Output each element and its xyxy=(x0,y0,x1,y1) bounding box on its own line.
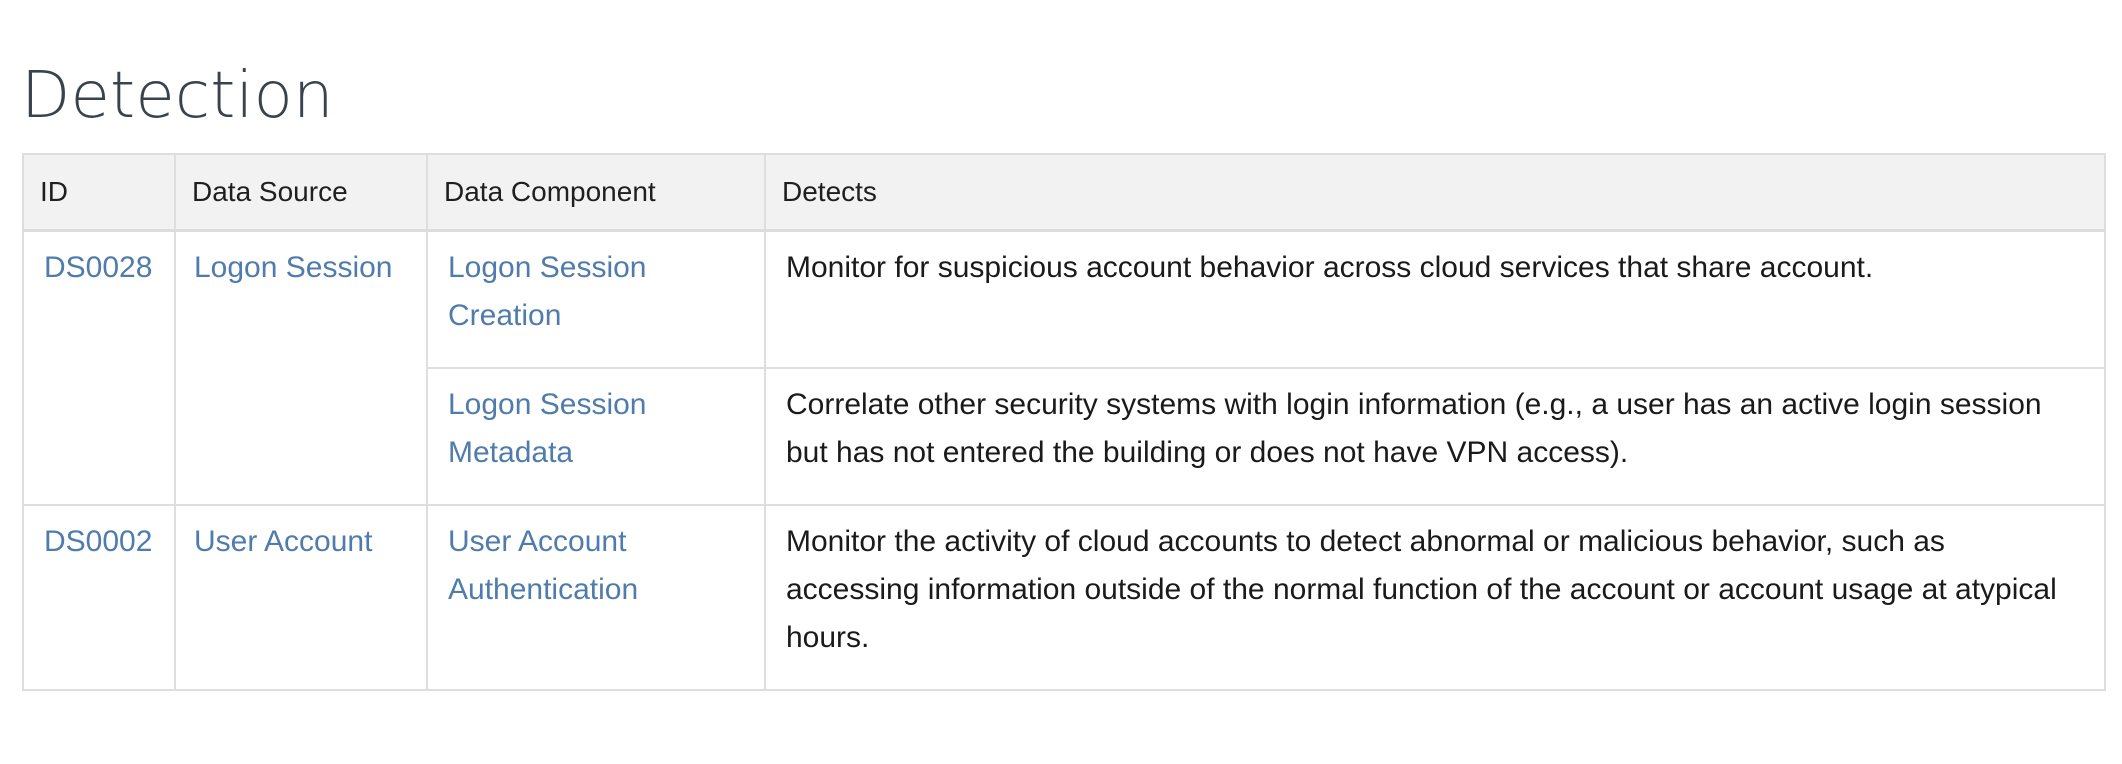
detects-cell: Correlate other security systems with lo… xyxy=(764,366,2106,506)
data-component-link[interactable]: Logon Session Metadata xyxy=(448,388,647,469)
header-id: ID xyxy=(22,153,176,232)
data-component-cell: Logon Session Creation xyxy=(426,229,766,369)
table-row: DS0028 Logon Session Logon Session Creati… xyxy=(22,229,2106,506)
data-source-id-link[interactable]: DS0002 xyxy=(44,525,152,558)
data-component-line2: Authentication xyxy=(448,572,639,606)
data-source-link[interactable]: Logon Session xyxy=(194,251,393,284)
page: Detection ID Data Source Data Component … xyxy=(0,0,2122,764)
detects-text: Monitor for suspicious account behavior … xyxy=(786,251,1874,284)
detection-table: ID Data Source Data Component Detects DS… xyxy=(22,153,2106,691)
data-component-link[interactable]: User Account Authentication xyxy=(448,525,638,606)
detects-text: Correlate other security systems with lo… xyxy=(786,387,2042,469)
table-header: ID Data Source Data Component Detects xyxy=(22,153,2106,232)
data-component-link[interactable]: Logon Session Creation xyxy=(448,251,647,332)
data-component-line2: Creation xyxy=(448,299,562,332)
table-body: DS0028 Logon Session Logon Session Creati… xyxy=(22,229,2106,691)
header-detects: Detects xyxy=(764,153,2106,232)
data-component-line1: Logon Session xyxy=(448,387,647,421)
header-data-source: Data Source xyxy=(174,153,428,232)
detects-cell: Monitor the activity of cloud accounts t… xyxy=(764,503,2106,691)
data-component-cell: User Account Authentication xyxy=(426,503,766,691)
table-row: DS0002 User Account User Account Authenti… xyxy=(22,503,2106,691)
data-component-line1: User Account xyxy=(448,524,627,558)
header-row: ID Data Source Data Component Detects xyxy=(22,153,2106,232)
section-title: Detection xyxy=(21,59,334,133)
data-component-cell: Logon Session Metadata xyxy=(426,366,766,506)
data-source-cell: Logon Session xyxy=(174,229,428,506)
id-cell: DS0028 xyxy=(22,229,176,506)
data-source-link[interactable]: User Account xyxy=(194,525,372,558)
id-cell: DS0002 xyxy=(22,503,176,691)
detects-cell: Monitor for suspicious account behavior … xyxy=(764,229,2106,369)
header-data-component: Data Component xyxy=(426,153,766,232)
data-component-line1: Logon Session xyxy=(448,251,647,284)
detects-text: Monitor the activity of cloud accounts t… xyxy=(786,524,2057,654)
data-source-cell: User Account xyxy=(174,503,428,691)
data-component-line2: Metadata xyxy=(448,435,574,469)
data-source-id-link[interactable]: DS0028 xyxy=(44,251,152,284)
